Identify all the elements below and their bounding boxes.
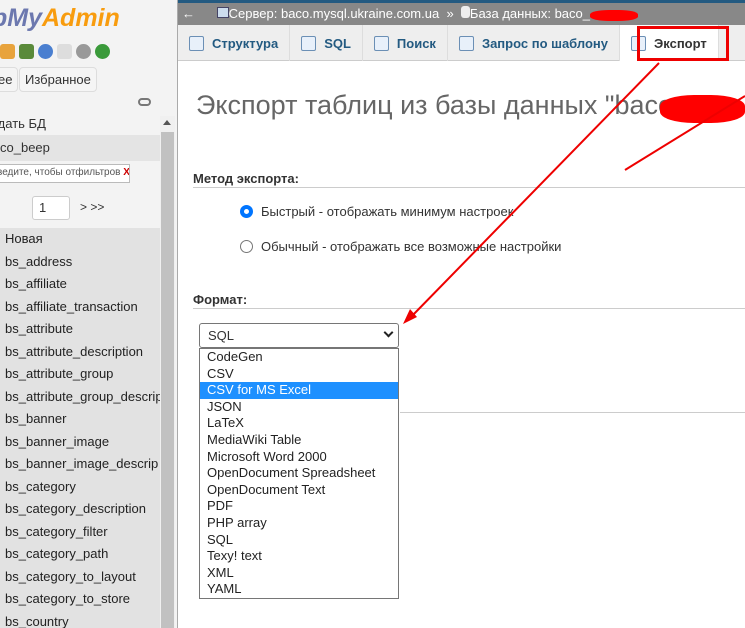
- annotation-arrow: [403, 62, 745, 324]
